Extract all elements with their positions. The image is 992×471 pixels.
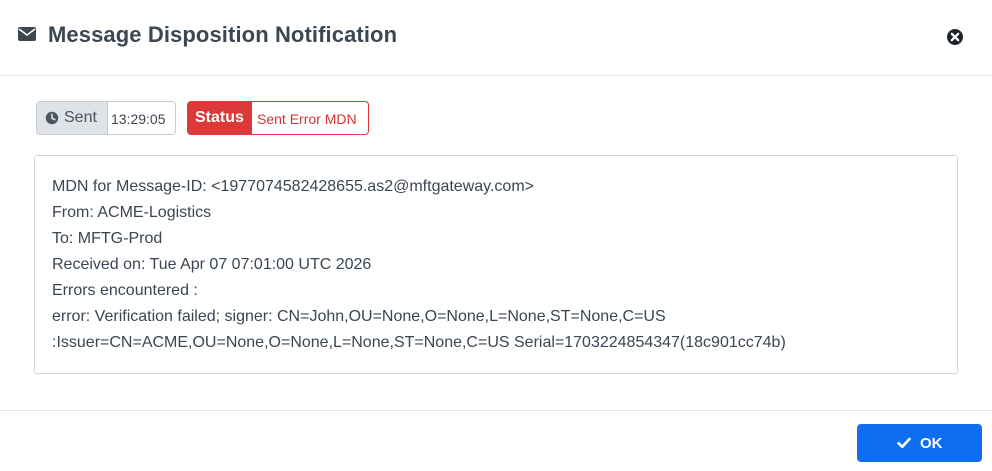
clock-icon <box>45 111 59 125</box>
dialog-footer: OK <box>0 410 992 471</box>
ok-label: OK <box>920 435 943 452</box>
envelope-icon <box>18 27 36 41</box>
sent-badge: Sent 13:29:05 <box>36 101 176 135</box>
sent-label: Sent <box>64 109 97 126</box>
sent-time: 13:29:05 <box>111 111 166 127</box>
mdn-line-errors-heading: Errors encountered : <box>52 282 198 299</box>
status-label: Status <box>195 109 244 126</box>
mdn-line-issuer: :Issuer=CN=ACME,OU=None,O=None,L=None,ST… <box>52 334 786 351</box>
dialog-header: Message Disposition Notification <box>0 0 992 76</box>
mdn-line-message-id: MDN for Message-ID: <1977074582428655.as… <box>52 178 534 195</box>
mdn-line-from: From: ACME-Logistics <box>52 204 212 221</box>
mdn-content-box: MDN for Message-ID: <1977074582428655.as… <box>34 155 958 374</box>
sent-label-box: Sent <box>37 102 108 134</box>
close-icon[interactable] <box>946 28 964 46</box>
ok-button[interactable]: OK <box>857 424 982 462</box>
status-badge: Status Sent Error MDN <box>187 101 369 135</box>
mdn-text: MDN for Message-ID: <1977074582428655.as… <box>52 178 786 360</box>
status-value: Sent Error MDN <box>257 111 357 127</box>
mdn-line-received: Received on: Tue Apr 07 07:01:00 UTC 202… <box>52 256 372 273</box>
mdn-line-error: error: Verification failed; signer: CN=J… <box>52 308 666 325</box>
mdn-line-to: To: MFTG-Prod <box>52 230 163 247</box>
dialog-title: Message Disposition Notification <box>48 22 398 47</box>
status-label-box: Status <box>188 102 252 134</box>
check-icon <box>897 437 911 449</box>
